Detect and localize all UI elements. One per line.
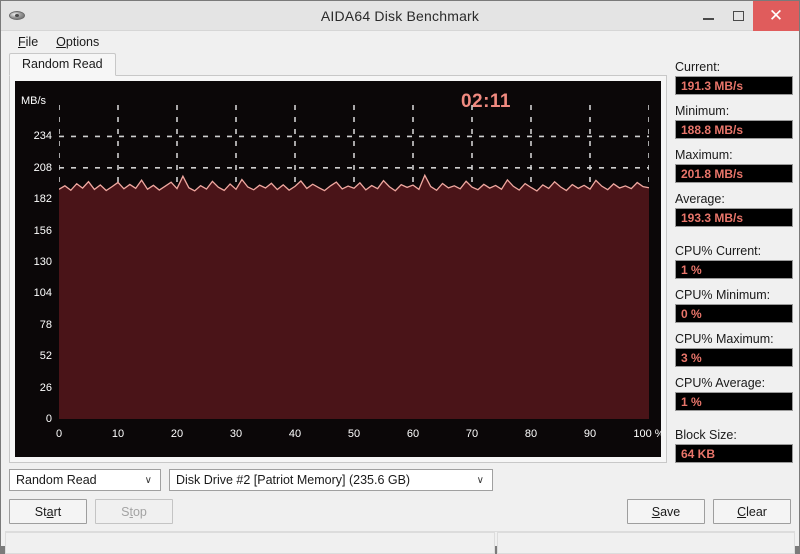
y-axis-tick: 26	[39, 381, 52, 394]
stat-label-3: Average:	[675, 192, 725, 206]
chevron-down-icon: ∨	[144, 474, 152, 486]
y-axis-tick: 52	[39, 350, 52, 363]
x-axis-tick: 20	[170, 428, 184, 440]
stat-value-2: 201.8 MB/s	[675, 164, 793, 183]
stat-label-4: CPU% Current:	[675, 244, 762, 258]
maximize-button[interactable]	[723, 1, 753, 31]
window-buttons: ✕	[693, 0, 799, 31]
benchmark-mode-value: Random Read	[16, 473, 97, 487]
stat-label-0: Current:	[675, 60, 721, 74]
minimize-button[interactable]	[693, 1, 723, 31]
selector-row: Random Read ∨ Disk Drive #2 [Patriot Mem…	[9, 469, 791, 491]
tab-random-read[interactable]: Random Read	[9, 53, 116, 76]
benchmark-mode-select[interactable]: Random Read ∨	[9, 469, 161, 491]
stat-label-6: CPU% Maximum:	[675, 332, 774, 346]
tab-strip: Random Read	[9, 53, 667, 76]
stat-value-8: 64 KB	[675, 444, 793, 463]
stats-sidebar: Current: 191.3 MB/s Minimum: 188.8 MB/s Maxi…	[667, 54, 793, 463]
status-bar	[5, 531, 795, 554]
x-axis-tick: 0	[55, 428, 63, 440]
stop-button[interactable]: St op	[95, 499, 173, 524]
x-axis-tick: 10	[111, 428, 125, 440]
clear-button[interactable]: Clear	[713, 499, 791, 524]
y-axis-tick: 0	[45, 413, 52, 425]
x-axis-tick: 50	[347, 428, 361, 440]
stat-value-7: 1 %	[675, 392, 793, 411]
stat-label-5: CPU% Minimum:	[675, 288, 771, 302]
close-icon: ✕	[768, 6, 784, 25]
status-pane-left	[5, 532, 495, 554]
x-axis-tick: 100 %	[633, 428, 661, 440]
stat-label-2: Maximum:	[675, 148, 733, 162]
y-axis-tick: 156	[33, 224, 52, 237]
y-axis-unit-label: MB/s	[21, 95, 47, 107]
y-axis-tick: 234	[33, 130, 52, 143]
disk-icon	[7, 5, 29, 27]
chart-column: Random Read MB/s 02:11 0 26 52 78 104 130 156 1…	[9, 53, 667, 463]
stat-value-5: 0 %	[675, 304, 793, 323]
stat-value-6: 3 %	[675, 348, 793, 367]
stat-value-1: 188.8 MB/s	[675, 120, 793, 139]
drive-select-value: Disk Drive #2 [Patriot Memory] (235.6 GB…	[176, 473, 411, 487]
stat-value-0: 191.3 MB/s	[675, 76, 793, 95]
stat-value-4: 1 %	[675, 260, 793, 279]
minimize-icon	[702, 17, 714, 20]
chart-canvas: MB/s 02:11 0 26 52 78 104 130 156 182 208 234 0 10 2…	[15, 81, 661, 457]
button-row: St a rt St op Save Clear	[9, 499, 791, 524]
chart-panel: MB/s 02:11 0 26 52 78 104 130 156 182 208 234 0 10 2…	[9, 76, 667, 463]
y-axis-tick: 104	[33, 287, 52, 300]
plot-area: 0 26 52 78 104 130 156 182 208 234 0 10 20 30 40 50 60 70…	[34, 105, 661, 440]
y-axis-tick: 78	[39, 318, 52, 331]
menu-item-file[interactable]: File	[9, 33, 47, 51]
stat-label-8: Block Size:	[675, 428, 737, 442]
x-axis-tick: 40	[288, 428, 302, 440]
chart-series-random-read	[59, 105, 649, 419]
start-button[interactable]: St a rt	[9, 499, 87, 524]
app-window: AIDA64 Disk Benchmark ✕ File Options Ran…	[0, 0, 800, 554]
x-axis-tick: 30	[229, 428, 243, 440]
menu-item-options[interactable]: Options	[47, 33, 108, 51]
drive-select[interactable]: Disk Drive #2 [Patriot Memory] (235.6 GB…	[169, 469, 493, 491]
x-axis-tick: 60	[406, 428, 420, 440]
bottom-controls: Random Read ∨ Disk Drive #2 [Patriot Mem…	[1, 463, 799, 524]
x-axis-tick: 90	[583, 428, 597, 440]
stat-value-3: 193.3 MB/s	[675, 208, 793, 227]
x-axis-tick: 70	[465, 428, 479, 440]
y-axis-tick: 130	[33, 256, 52, 268]
stat-label-1: Minimum:	[675, 104, 730, 118]
chevron-down-icon: ∨	[476, 474, 484, 486]
menu-item-options-rest: ptions	[65, 35, 100, 49]
maximize-icon	[732, 10, 744, 21]
status-pane-right	[497, 532, 795, 554]
title-bar: AIDA64 Disk Benchmark ✕	[1, 0, 799, 31]
main-content: Random Read MB/s 02:11 0 26 52 78 104 130 156 1…	[1, 53, 799, 463]
x-axis-tick: 80	[524, 428, 538, 440]
y-axis-tick: 208	[33, 161, 52, 174]
save-button[interactable]: Save	[627, 499, 705, 524]
menu-item-file-rest: ile	[25, 35, 39, 49]
stat-label-7: CPU% Average:	[675, 376, 766, 390]
close-button[interactable]: ✕	[753, 0, 799, 31]
window-title: AIDA64 Disk Benchmark	[320, 7, 480, 24]
y-axis-tick: 182	[33, 193, 52, 206]
menu-bar: File Options	[1, 31, 799, 54]
